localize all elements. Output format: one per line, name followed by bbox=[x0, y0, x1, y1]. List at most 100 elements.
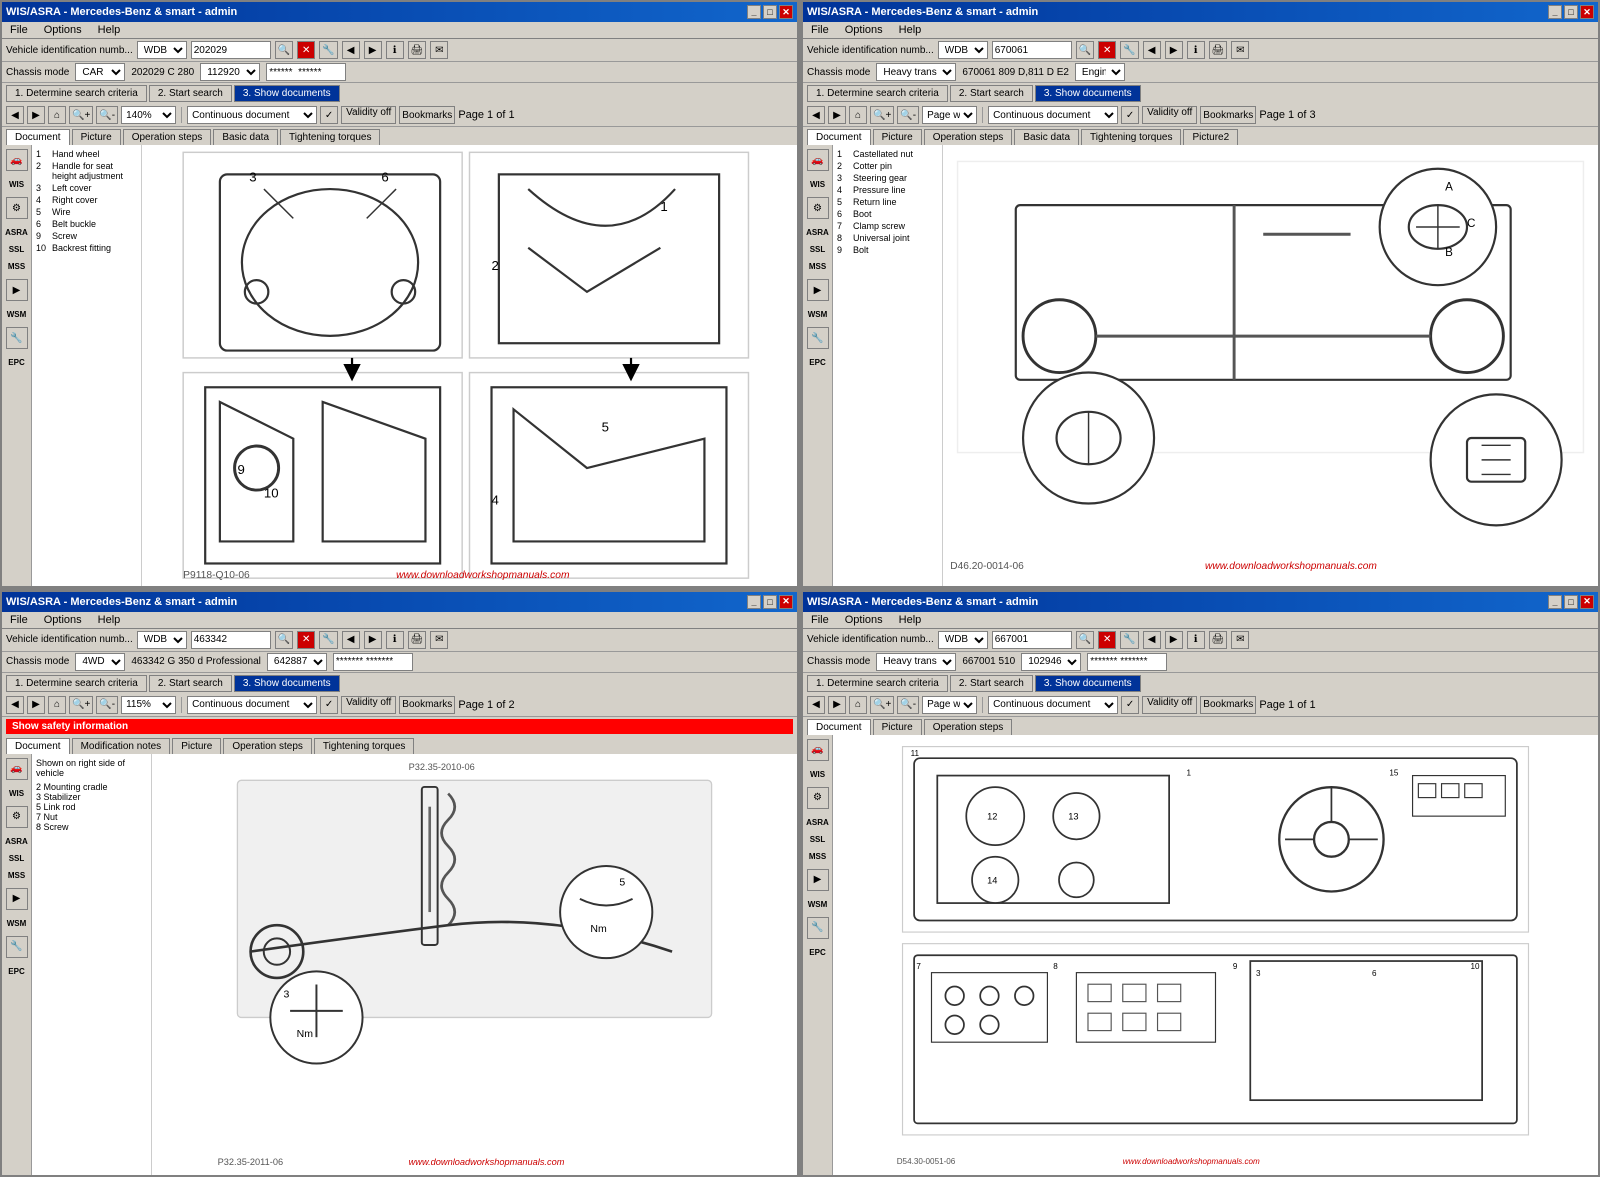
zoom-select-3[interactable]: 115% bbox=[121, 696, 176, 714]
sidebar-play-icon-2[interactable]: ▶ bbox=[807, 279, 829, 302]
menu-help-4[interactable]: Help bbox=[895, 613, 926, 627]
make-select-3[interactable]: WDB bbox=[137, 631, 187, 649]
validity-btn-1[interactable]: Validity off bbox=[341, 106, 396, 124]
close-btn-4[interactable]: ✕ bbox=[1580, 595, 1594, 609]
zoom-select-1[interactable]: 140% bbox=[121, 106, 176, 124]
zoom-out-btn-3[interactable]: 🔍- bbox=[96, 696, 118, 714]
validity-btn-3[interactable]: Validity off bbox=[341, 696, 396, 714]
menu-help-1[interactable]: Help bbox=[94, 23, 125, 37]
zoom-out-btn-1[interactable]: 🔍- bbox=[96, 106, 118, 124]
epc-label-2[interactable]: EPC bbox=[809, 358, 825, 367]
magnet-btn-2[interactable]: 🔧 bbox=[1120, 41, 1138, 59]
menu-help-3[interactable]: Help bbox=[94, 613, 125, 627]
vin-input-3[interactable] bbox=[191, 631, 271, 649]
zoom-out-btn-2[interactable]: 🔍- bbox=[897, 106, 919, 124]
doc-tab-picture-3[interactable]: Picture bbox=[172, 738, 221, 754]
sidebar-car-icon-3[interactable]: 🚗 bbox=[6, 758, 28, 781]
make-select-1[interactable]: WDB bbox=[137, 41, 187, 59]
maximize-btn-1[interactable]: □ bbox=[763, 5, 777, 19]
ssl-label-2[interactable]: SSL bbox=[810, 245, 826, 254]
doc-tab-picture-2[interactable]: Picture bbox=[873, 129, 922, 145]
info-btn-1[interactable]: ℹ bbox=[386, 41, 404, 59]
engine-extra-4[interactable] bbox=[1087, 653, 1167, 671]
maximize-btn-4[interactable]: □ bbox=[1564, 595, 1578, 609]
back-btn-1[interactable]: ◀ bbox=[6, 106, 24, 124]
print-btn-3[interactable]: 🖨 bbox=[408, 631, 427, 649]
doc-tab-document-3[interactable]: Document bbox=[6, 738, 70, 754]
zoom-out-btn-4[interactable]: 🔍- bbox=[897, 696, 919, 714]
nav-tab-show-docs-1[interactable]: 3. Show documents bbox=[234, 85, 340, 102]
make-select-2[interactable]: WDB bbox=[938, 41, 988, 59]
sidebar-gear-icon-2[interactable]: ⚙ bbox=[807, 197, 829, 220]
bookmark-btn-2[interactable]: Bookmarks bbox=[1200, 106, 1256, 124]
home-btn-1[interactable]: ⌂ bbox=[48, 106, 66, 124]
minimize-btn-2[interactable]: _ bbox=[1548, 5, 1562, 19]
sidebar-car-icon-1[interactable]: 🚗 bbox=[6, 149, 28, 172]
magnet-btn-3[interactable]: 🔧 bbox=[319, 631, 337, 649]
email-btn-1[interactable]: ✉ bbox=[430, 41, 448, 59]
asra-label-1[interactable]: ASRA bbox=[5, 228, 28, 237]
chassis-mode-4[interactable]: Heavy transporter bbox=[876, 653, 956, 671]
maximize-btn-3[interactable]: □ bbox=[763, 595, 777, 609]
menu-options-4[interactable]: Options bbox=[841, 613, 887, 627]
doc-tab-torques-3[interactable]: Tightening torques bbox=[314, 738, 414, 754]
info-btn-3[interactable]: ℹ bbox=[386, 631, 404, 649]
wis-label-3[interactable]: WIS bbox=[9, 789, 24, 798]
asra-label-4[interactable]: ASRA bbox=[806, 818, 829, 827]
engine-code-3[interactable]: 642887 bbox=[267, 653, 327, 671]
valid-icon-1[interactable]: ✓ bbox=[320, 106, 338, 124]
magnet-btn-4[interactable]: 🔧 bbox=[1120, 631, 1138, 649]
doc-tab-torques-2[interactable]: Tightening torques bbox=[1081, 129, 1181, 145]
wis-label-2[interactable]: WIS bbox=[810, 180, 825, 189]
zoom-select-2[interactable]: Page width bbox=[922, 106, 977, 124]
back-btn-4[interactable]: ◀ bbox=[807, 696, 825, 714]
menu-options-3[interactable]: Options bbox=[40, 613, 86, 627]
mss-label-2[interactable]: MSS bbox=[809, 262, 826, 271]
minimize-btn-3[interactable]: _ bbox=[747, 595, 761, 609]
bookmark-btn-1[interactable]: Bookmarks bbox=[399, 106, 455, 124]
vin-input-1[interactable] bbox=[191, 41, 271, 59]
magnet-btn-1[interactable]: 🔧 bbox=[319, 41, 337, 59]
back-btn-3[interactable]: ◀ bbox=[6, 696, 24, 714]
sidebar-play-icon-1[interactable]: ▶ bbox=[6, 279, 28, 302]
zoom-in-btn-4[interactable]: 🔍+ bbox=[870, 696, 894, 714]
valid-icon-3[interactable]: ✓ bbox=[320, 696, 338, 714]
doc-tab-basicdata-1[interactable]: Basic data bbox=[213, 129, 278, 145]
bookmark-btn-3[interactable]: Bookmarks bbox=[399, 696, 455, 714]
clear-btn-4[interactable]: ✕ bbox=[1098, 631, 1116, 649]
doc-tab-modnotes-3[interactable]: Modification notes bbox=[72, 738, 171, 754]
ssl-label-3[interactable]: SSL bbox=[9, 854, 25, 863]
menu-options-2[interactable]: Options bbox=[841, 23, 887, 37]
print-btn-1[interactable]: 🖨 bbox=[408, 41, 427, 59]
sidebar-gear-icon-1[interactable]: ⚙ bbox=[6, 197, 28, 220]
engine-code-1[interactable]: 112920 bbox=[200, 63, 260, 81]
engine-code-4[interactable]: 102946 bbox=[1021, 653, 1081, 671]
email-btn-3[interactable]: ✉ bbox=[430, 631, 448, 649]
home-btn-4[interactable]: ⌂ bbox=[849, 696, 867, 714]
mss-label-3[interactable]: MSS bbox=[8, 871, 25, 880]
epc-label-4[interactable]: EPC bbox=[809, 948, 825, 957]
ssl-label-1[interactable]: SSL bbox=[9, 245, 25, 254]
epc-label-1[interactable]: EPC bbox=[8, 358, 24, 367]
doc-tab-basicdata-2[interactable]: Basic data bbox=[1014, 129, 1079, 145]
fwd-btn-2[interactable]: ▶ bbox=[828, 106, 846, 124]
fwd-btn-1[interactable]: ▶ bbox=[27, 106, 45, 124]
menu-file-2[interactable]: File bbox=[807, 23, 833, 37]
menu-options-1[interactable]: Options bbox=[40, 23, 86, 37]
email-btn-4[interactable]: ✉ bbox=[1231, 631, 1249, 649]
sidebar-car-icon-4[interactable]: 🚗 bbox=[807, 739, 829, 762]
doc-tab-torques-1[interactable]: Tightening torques bbox=[280, 129, 380, 145]
home-btn-2[interactable]: ⌂ bbox=[849, 106, 867, 124]
clear-btn-1[interactable]: ✕ bbox=[297, 41, 315, 59]
sidebar-car-icon-2[interactable]: 🚗 bbox=[807, 149, 829, 172]
print-btn-2[interactable]: 🖨 bbox=[1209, 41, 1228, 59]
prev-btn-4[interactable]: ◀ bbox=[1143, 631, 1161, 649]
nav-tab-docs-4[interactable]: 3. Show documents bbox=[1035, 675, 1141, 692]
sidebar-wrench-icon-4[interactable]: 🔧 bbox=[807, 917, 829, 940]
mss-label-4[interactable]: MSS bbox=[809, 852, 826, 861]
maximize-btn-2[interactable]: □ bbox=[1564, 5, 1578, 19]
chassis-mode-2[interactable]: Heavy transporter bbox=[876, 63, 956, 81]
vin-input-4[interactable] bbox=[992, 631, 1072, 649]
fwd-btn-4[interactable]: ▶ bbox=[828, 696, 846, 714]
wis-label-4[interactable]: WIS bbox=[810, 770, 825, 779]
